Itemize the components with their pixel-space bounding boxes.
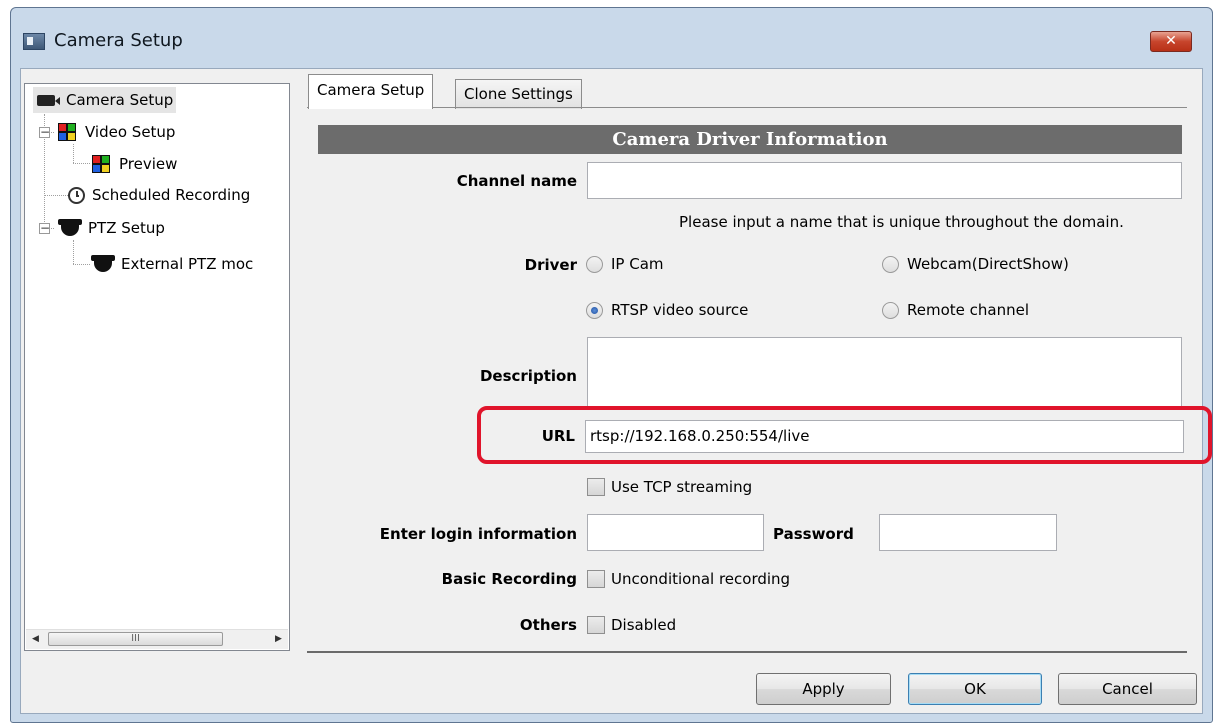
disabled-checkbox[interactable] [587, 616, 605, 634]
password-label: Password [773, 525, 854, 543]
tab-strip-line [307, 107, 1187, 108]
tree-item-scheduled-recording[interactable]: Scheduled Recording [68, 182, 250, 208]
login-label: Enter login information [379, 525, 577, 543]
tree-connector [44, 195, 68, 196]
dome-camera-icon [91, 255, 115, 273]
tree-horizontal-scrollbar[interactable]: ◀ III ▶ [26, 629, 288, 649]
expander-minus-icon[interactable]: − [39, 222, 50, 234]
driver-ipcam-radio[interactable] [586, 256, 603, 273]
tree-connector [73, 264, 90, 265]
driver-rtsp-label: RTSP video source [611, 301, 749, 319]
separator-line [307, 651, 1187, 653]
unconditional-recording-label: Unconditional recording [611, 570, 791, 588]
tree-item-ptz-setup[interactable]: PTZ Setup [58, 215, 165, 241]
scroll-right-icon[interactable]: ▶ [269, 630, 288, 649]
tree-item-label: External PTZ moc [121, 255, 254, 273]
tree-connector [73, 240, 74, 264]
tree-connector [73, 163, 90, 164]
color-grid-icon [58, 123, 76, 141]
driver-remote-radio[interactable] [882, 302, 899, 319]
driver-webcam-label: Webcam(DirectShow) [907, 255, 1069, 273]
url-input[interactable]: rtsp://192.168.0.250:554/live [585, 420, 1184, 453]
url-label: URL [541, 427, 575, 445]
basic-recording-label: Basic Recording [441, 570, 577, 588]
tree-item-external-ptz[interactable]: External PTZ moc [91, 251, 253, 277]
camera-icon [37, 95, 60, 106]
login-input[interactable] [587, 514, 764, 551]
title-bar: Camera Setup ✕ [11, 8, 1212, 68]
tree-item-label: Scheduled Recording [92, 186, 251, 204]
window-title: Camera Setup [54, 30, 183, 51]
cancel-button[interactable]: Cancel [1058, 673, 1197, 705]
unconditional-recording-checkbox[interactable] [587, 570, 605, 588]
others-label: Others [519, 616, 577, 634]
driver-webcam-radio[interactable] [882, 256, 899, 273]
dome-camera-icon [58, 219, 82, 237]
close-button[interactable]: ✕ [1150, 31, 1192, 52]
section-header: Camera Driver Information [318, 125, 1182, 154]
channel-name-input[interactable] [587, 162, 1182, 199]
channel-name-hint: Please input a name that is unique throu… [679, 213, 1124, 231]
tree-item-video-setup[interactable]: Video Setup [58, 119, 175, 145]
scroll-left-icon[interactable]: ◀ [26, 630, 45, 649]
tcp-streaming-checkbox[interactable] [587, 478, 605, 496]
disabled-label: Disabled [611, 616, 677, 634]
ok-button[interactable]: OK [908, 673, 1042, 705]
tcp-streaming-label: Use TCP streaming [611, 478, 753, 496]
tree-item-camera-setup[interactable]: Camera Setup [33, 87, 177, 113]
description-textarea[interactable] [587, 337, 1182, 410]
password-input[interactable] [879, 514, 1057, 551]
driver-label: Driver [524, 256, 577, 274]
clock-icon [68, 187, 85, 204]
description-label: Description [479, 367, 577, 385]
settings-tree[interactable]: Camera Setup − Video Setup Preview Sched… [24, 83, 290, 651]
color-grid-icon [92, 155, 110, 173]
app-icon [23, 33, 45, 50]
tree-item-preview[interactable]: Preview [92, 151, 177, 177]
driver-ipcam-label: IP Cam [611, 255, 664, 273]
scrollbar-thumb[interactable]: III [48, 632, 223, 646]
channel-name-label: Channel name [456, 172, 577, 190]
driver-rtsp-radio[interactable] [586, 302, 603, 319]
tree-connector [73, 144, 74, 163]
apply-button[interactable]: Apply [756, 673, 891, 705]
driver-remote-label: Remote channel [907, 301, 1029, 319]
expander-minus-icon[interactable]: − [39, 126, 50, 138]
tab-camera-setup[interactable]: Camera Setup [308, 74, 434, 109]
tab-clone-settings[interactable]: Clone Settings [455, 79, 582, 109]
